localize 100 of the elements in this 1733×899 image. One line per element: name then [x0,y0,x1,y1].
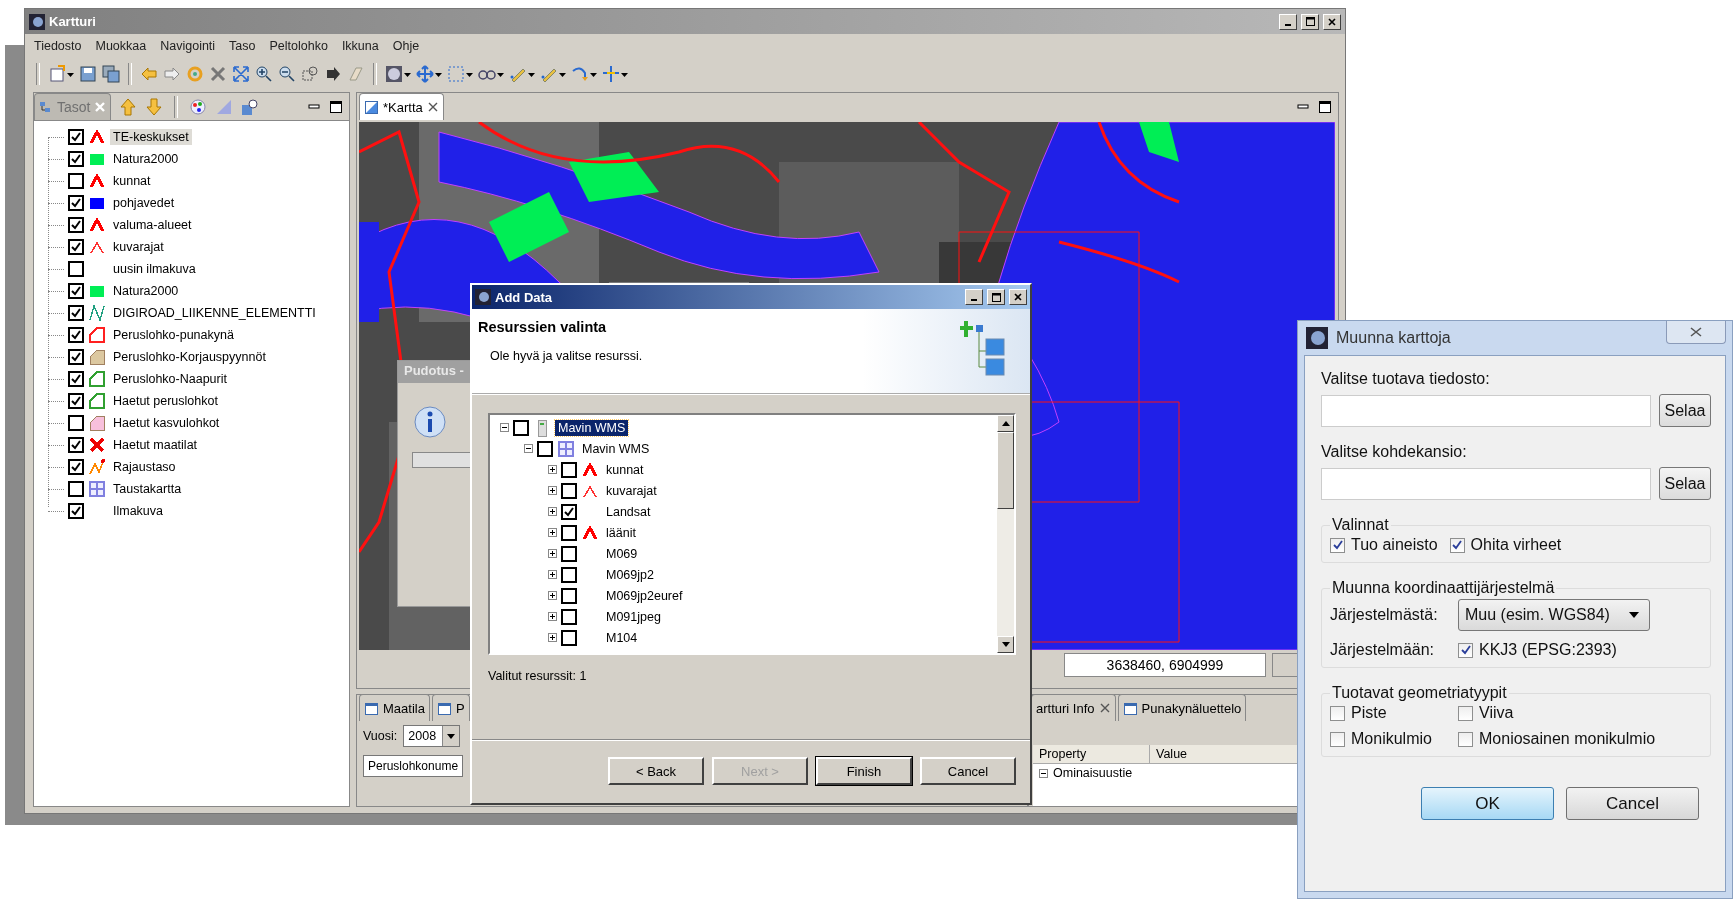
checkbox[interactable] [561,629,577,646]
close-icon[interactable] [1098,702,1111,714]
layer-item[interactable]: DIGIROAD_LIIKENNE_ELEMENTTI [110,305,319,321]
tree-item[interactable]: Landsat [603,503,654,520]
tree-item[interactable]: kunnat [603,461,647,478]
menu-item[interactable]: Ikkuna [336,37,384,55]
checkbox-label[interactable]: Tuo aineisto [1351,536,1438,554]
maximize-icon[interactable] [1318,99,1332,114]
checkbox[interactable] [561,587,577,604]
maximize-icon[interactable] [329,99,343,114]
collapse-icon[interactable] [500,423,509,432]
zoom-layer-icon[interactable] [241,97,260,116]
dialog-button[interactable]: OK [1421,787,1554,820]
checkbox[interactable] [68,173,84,189]
panel-tab[interactable]: Punakynäluettelo [1117,694,1247,721]
tree-item[interactable]: M069jp2 [603,566,657,583]
input-field[interactable] [1321,467,1651,500]
collapse-icon[interactable] [524,444,533,453]
browse-button[interactable]: Selaa [1659,467,1711,500]
palette-icon[interactable] [189,97,208,116]
checkbox[interactable] [1330,705,1345,721]
collapse-icon[interactable] [1039,768,1048,778]
tree-item[interactable]: Mavin WMS [555,419,629,436]
panel-tab[interactable]: P [431,694,470,721]
checkbox-label[interactable]: Monikulmio [1351,730,1432,748]
menu-item[interactable]: Ohje [387,37,425,55]
save-icon[interactable] [79,65,97,83]
checkbox[interactable] [68,151,84,167]
checkbox[interactable] [68,129,84,145]
minimize-button[interactable] [1279,13,1297,30]
browse-button[interactable]: Selaa [1659,394,1711,427]
layer-item[interactable]: kuvarajat [110,239,167,255]
caret-icon[interactable] [67,72,74,78]
checkbox[interactable] [68,371,84,387]
menu-item[interactable]: Taso [224,37,261,55]
tree-item[interactable]: M104 [603,629,641,646]
checkbox[interactable] [1458,642,1473,658]
menu-item[interactable]: Peltolohko [264,37,333,55]
caret-icon[interactable] [590,72,597,78]
source-crs-dropdown[interactable]: Muu (esim. WGS84) [1458,599,1650,631]
scrollbar-thumb[interactable] [997,432,1014,509]
checkbox[interactable] [1449,537,1465,553]
checkbox[interactable] [68,239,84,255]
layer-item[interactable]: uusin ilmakuva [110,261,199,277]
caret-icon[interactable] [466,72,473,78]
expand-icon[interactable] [548,507,557,516]
checkbox[interactable] [68,217,84,233]
tree-item[interactable]: läänit [603,524,639,541]
checkbox[interactable] [68,305,84,321]
checkbox[interactable] [68,393,84,409]
menu-item[interactable]: Muokkaa [90,37,152,55]
checkbox-label[interactable]: Viiva [1479,704,1514,722]
arrow-right-icon[interactable] [163,65,181,83]
checkbox[interactable] [1330,731,1345,747]
layer-item[interactable]: Haetut peruslohkot [110,393,221,409]
tree-item[interactable]: Mavin WMS [579,440,653,457]
dialog-button[interactable]: Cancel [920,757,1016,785]
zoom-box-icon[interactable] [301,65,319,83]
zoom-out-icon[interactable] [278,65,296,83]
expand-icon[interactable] [548,528,557,537]
layer-item[interactable]: pohjavedet [110,195,178,211]
menu-item[interactable]: Navigointi [155,37,221,55]
layer-item[interactable]: Natura2000 [110,151,182,167]
tree-item[interactable]: M091jpeg [603,608,664,625]
menu-item[interactable]: Tiedosto [29,37,87,55]
layer-item[interactable]: valuma-alueet [110,217,195,233]
layer-item[interactable]: Peruslohko-Korjauspyynnöt [110,349,269,365]
zoom-in-icon[interactable] [255,65,273,83]
layer-item[interactable]: Natura2000 [110,283,182,299]
search-field[interactable]: Peruslohkonume [363,755,464,777]
tree-item[interactable]: kuvarajat [603,482,660,499]
maximize-button[interactable] [1301,13,1319,30]
checkbox[interactable] [68,327,84,343]
checkbox-label[interactable]: KKJ3 (EPSG:2393) [1479,641,1617,659]
maximize-button[interactable] [987,289,1005,305]
checkbox[interactable] [68,195,84,211]
arrow-left-icon[interactable] [140,65,158,83]
expand-icon[interactable] [548,570,557,579]
expand-icon[interactable] [548,549,557,558]
checkbox[interactable] [68,481,84,497]
checkbox-label[interactable]: Ohita virheet [1470,536,1562,554]
layer-item[interactable]: TE-keskukset [110,129,192,145]
caret-icon[interactable] [435,72,442,78]
expand-icon[interactable] [548,465,557,474]
dialog-button[interactable]: Cancel [1566,787,1699,820]
checkbox[interactable] [561,566,577,583]
tree-item[interactable]: M069jp2euref [603,587,686,604]
year-dropdown[interactable]: 2008 [403,725,461,747]
caret-icon[interactable] [528,72,535,78]
layer-item[interactable]: kunnat [110,173,154,189]
checkbox[interactable] [1330,537,1345,553]
minimize-button[interactable] [965,289,983,305]
caret-icon[interactable] [559,72,566,78]
caret-icon[interactable] [621,72,628,78]
checkbox-label[interactable]: Piste [1351,704,1387,722]
expand-icon[interactable] [548,633,557,642]
expand-icon[interactable] [548,486,557,495]
caret-icon[interactable] [497,72,504,78]
scroll-up-button[interactable] [997,415,1014,432]
layer-item[interactable]: Peruslohko-punakynä [110,327,237,343]
